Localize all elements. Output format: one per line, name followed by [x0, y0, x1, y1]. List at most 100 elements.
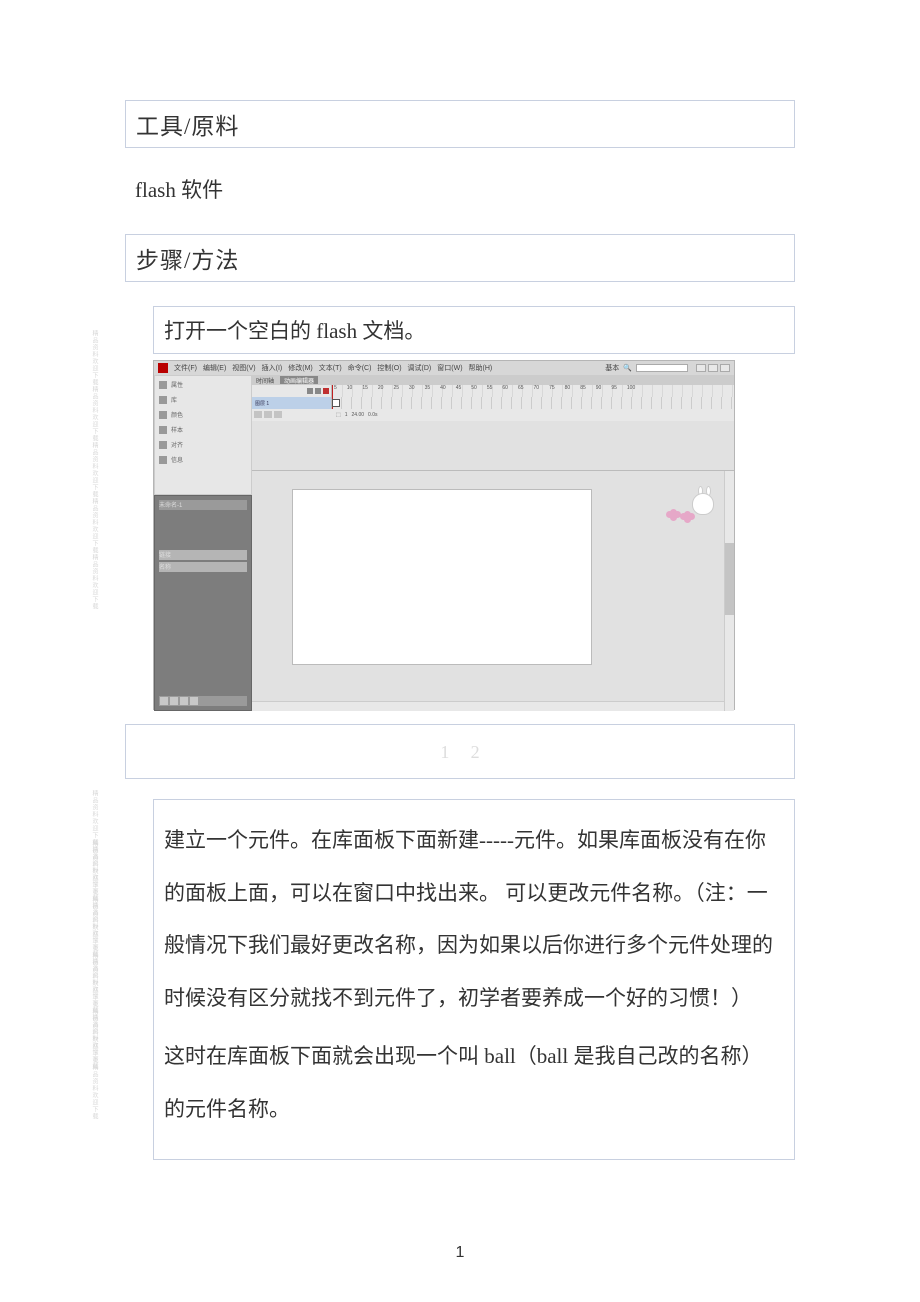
page-number: 1 [0, 1244, 920, 1262]
ruler-tick: 45 [456, 385, 462, 391]
flash-logo-icon [158, 363, 168, 373]
watermark-text: 精品资料欢迎下载精品资料欢迎下载精品资料欢迎下载精品资料欢迎下载精品资料欢迎下载 [90, 840, 99, 1140]
ruler-tick: 70 [534, 385, 540, 391]
menu-control[interactable]: 控制(O) [377, 363, 401, 373]
search-input[interactable] [636, 364, 688, 372]
menu-debug[interactable]: 调试(D) [408, 363, 432, 373]
layer-header-icons[interactable] [252, 385, 332, 397]
current-frame: 1 [345, 412, 348, 418]
library-name-header[interactable]: 名称 [159, 562, 247, 572]
menu-text[interactable]: 文本(T) [319, 363, 342, 373]
library-toolbar[interactable] [159, 696, 247, 706]
step2-paragraph-2: 这时在库面板下面就会出现一个叫 ball（ball 是我自己改的名称） 的元件名… [164, 1030, 784, 1135]
menu-modify[interactable]: 修改(M) [288, 363, 313, 373]
library-doc-dropdown[interactable]: 未命名-1 [159, 500, 247, 510]
horizontal-scrollbar[interactable] [252, 701, 724, 711]
ruler-tick: 35 [425, 385, 431, 391]
tools-heading: 工具/原料 [125, 100, 795, 148]
steps-heading: 步骤/方法 [125, 234, 795, 282]
panel-icon [159, 411, 167, 419]
menu-commands[interactable]: 命令(C) [348, 363, 372, 373]
watermark-text: 精品资料欢迎下载精品资料欢迎下载精品资料欢迎下载精品资料欢迎下载精品资料欢迎下载 [90, 330, 99, 750]
library-search-row[interactable]: 链接 [159, 550, 247, 560]
new-folder-button[interactable] [170, 697, 178, 705]
ruler-tick: 15 [362, 385, 368, 391]
step2-body: 建立一个元件。在库面板下面新建-----元件。如果库面板没有在你的面板上面，可以… [153, 799, 795, 1160]
delete-layer-button[interactable] [274, 411, 282, 418]
library-name-label: 名称 [159, 565, 171, 571]
ruler-tick: 75 [549, 385, 555, 391]
panel-icon [159, 441, 167, 449]
bunny-decoration [670, 493, 714, 523]
ruler-tick: 55 [487, 385, 493, 391]
ruler-tick: 30 [409, 385, 415, 391]
flash-app-window: 文件(F) 编辑(E) 视图(V) 插入(I) 修改(M) 文本(T) 命令(C… [153, 360, 735, 710]
menu-bar[interactable]: 文件(F) 编辑(E) 视图(V) 插入(I) 修改(M) 文本(T) 命令(C… [174, 363, 492, 373]
panel-label: 库 [171, 395, 177, 404]
layer-1[interactable]: 图层 1 [252, 397, 332, 409]
tools-item: flash 软件 [125, 172, 795, 206]
flash-screenshot: 文件(F) 编辑(E) 视图(V) 插入(I) 修改(M) 文本(T) 命令(C… [153, 360, 795, 710]
close-button[interactable] [720, 364, 730, 372]
ruler-tick: 10 [347, 385, 353, 391]
panel-label: 属性 [171, 380, 183, 389]
frame-ruler[interactable]: 5 10 15 20 25 30 35 40 45 50 55 [332, 385, 734, 397]
onion-skin-icon[interactable]: ⬚ [336, 412, 341, 418]
properties-panel[interactable]: 属性 库 颜色 样本 对齐 信息 [154, 375, 252, 495]
ruler-tick: 50 [471, 385, 477, 391]
new-folder-button[interactable] [264, 411, 272, 418]
ruler-tick: 60 [502, 385, 508, 391]
panel-icon [159, 456, 167, 464]
stage-canvas[interactable] [292, 489, 592, 665]
stage-area[interactable] [252, 471, 734, 711]
delete-button[interactable] [190, 697, 198, 705]
new-symbol-button[interactable] [160, 697, 168, 705]
lock-icon[interactable] [315, 388, 321, 394]
properties-button[interactable] [180, 697, 188, 705]
timeline-tab[interactable]: 时间轴 [256, 376, 274, 384]
pager-row: 1 2 [125, 724, 795, 779]
frames-track[interactable] [332, 397, 734, 409]
workspace-label[interactable]: 基本 [605, 363, 619, 373]
step2-paragraph-1: 建立一个元件。在库面板下面新建-----元件。如果库面板没有在你的面板上面，可以… [164, 814, 784, 1024]
flash-titlebar: 文件(F) 编辑(E) 视图(V) 插入(I) 修改(M) 文本(T) 命令(C… [154, 361, 734, 375]
left-panels: 属性 库 颜色 样本 对齐 信息 未命名-1 链接 名称 [154, 375, 252, 711]
ruler-tick: 85 [580, 385, 586, 391]
ruler-tick: 25 [393, 385, 399, 391]
fps-value: 24.00 [352, 412, 365, 418]
layer-buttons[interactable] [252, 409, 332, 421]
window-buttons [696, 364, 730, 372]
scroll-thumb[interactable] [725, 543, 734, 615]
menu-file[interactable]: 文件(F) [174, 363, 197, 373]
vertical-scrollbar[interactable] [724, 471, 734, 711]
pager-num: 1 [440, 742, 449, 762]
motion-editor-tab[interactable]: 动画编辑器 [280, 376, 318, 384]
panel-icon [159, 426, 167, 434]
main-area: 时间轴 动画编辑器 5 10 15 [252, 375, 734, 711]
timeline-panel[interactable]: 时间轴 动画编辑器 5 10 15 [252, 375, 734, 471]
ruler-tick: 20 [378, 385, 384, 391]
ruler-tick: 65 [518, 385, 524, 391]
minimize-button[interactable] [696, 364, 706, 372]
menu-insert[interactable]: 插入(I) [262, 363, 283, 373]
outline-icon[interactable] [323, 388, 329, 394]
eye-icon[interactable] [307, 388, 313, 394]
menu-edit[interactable]: 编辑(E) [203, 363, 226, 373]
menu-window[interactable]: 窗口(W) [437, 363, 462, 373]
search-icon: 🔍 [623, 364, 632, 372]
timeline-status: ⬚ 1 24.00 0.0s [332, 409, 734, 421]
panel-label: 样本 [171, 425, 183, 434]
menu-view[interactable]: 视图(V) [232, 363, 255, 373]
ruler-tick: 90 [596, 385, 602, 391]
panel-icon [159, 381, 167, 389]
keyframe-1[interactable] [332, 399, 340, 407]
watermark-text: 精品资料欢迎下载精品资料欢迎下载精品资料欢迎下载精品资料欢迎下载精品资料欢迎下载 [90, 790, 99, 820]
ruler-tick: 95 [611, 385, 617, 391]
library-search-label: 链接 [159, 553, 171, 559]
new-layer-button[interactable] [254, 411, 262, 418]
maximize-button[interactable] [708, 364, 718, 372]
library-doc-name: 未命名-1 [159, 503, 182, 509]
ruler-tick: 5 [334, 385, 337, 391]
menu-help[interactable]: 帮助(H) [469, 363, 493, 373]
library-panel[interactable]: 未命名-1 链接 名称 [154, 495, 252, 711]
